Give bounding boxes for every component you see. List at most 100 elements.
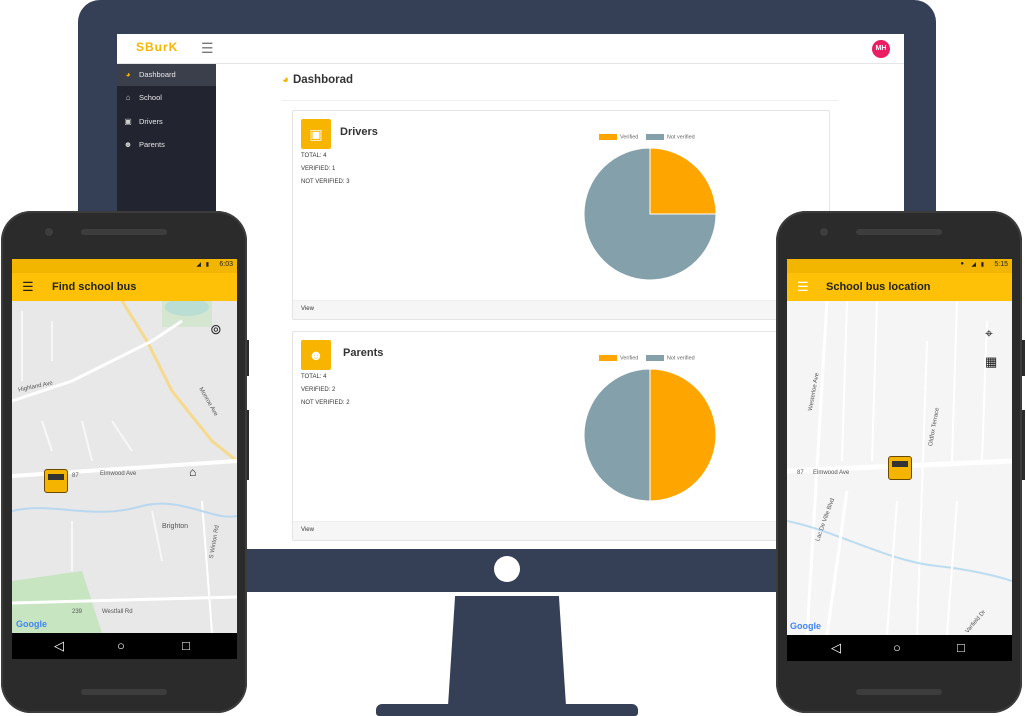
legend-swatch [599,355,617,361]
legend-item: Verified [599,355,638,361]
google-logo: Google [16,619,47,629]
recents-icon[interactable]: □ [957,640,965,655]
gauge-icon: ◕ [282,74,289,86]
nav-bar: ◁ ○ □ [787,635,1012,661]
menu-icon[interactable]: ☰ [22,279,34,295]
app-title: Find school bus [52,281,137,293]
card-title: Drivers [340,126,378,138]
left-phone-frame: 6:03 ▮ ◢ ☰ Find school bus Highland Ave … [1,211,247,713]
sidebar-item-school[interactable]: ⌂ School [117,87,216,109]
drivers-pie-chart [583,147,717,281]
legend-item: Not verified [645,355,695,361]
sidebar-item-label: Parents [139,140,165,149]
stat-total: TOTAL: 4 [301,153,327,159]
sidebar-item-parents[interactable]: ☻ Parents [117,134,216,156]
map-label: Westfall Rd [102,609,133,615]
app-bar: ☰ School bus location [787,273,1012,301]
menu-icon[interactable]: ☰ [797,279,809,295]
brand-logo[interactable]: SBurK [136,40,178,54]
monitor-logo [494,556,520,582]
hamburger-icon[interactable]: ☰ [201,40,214,57]
bus-icon: ▣ [301,119,331,149]
phone-speaker [856,229,942,235]
pie-slice-verified[interactable] [649,368,717,502]
legend-item: Not verified [645,134,695,140]
school-bus-icon[interactable] [888,456,912,480]
signal-icon: ◢ [196,262,201,268]
stat-verified: VERIFIED: 2 [301,387,336,393]
page-title: ◕ Dashborad [282,74,354,86]
battery-icon: ▮ [205,262,209,268]
home-nav-icon[interactable]: ○ [117,638,125,653]
back-icon[interactable]: ◁ [54,638,64,654]
phone-speaker [856,689,942,695]
map-pin-icon[interactable]: ⌖ [985,325,993,342]
map-label: 239 [72,609,83,615]
card-footer: View [293,300,829,319]
legend-swatch [645,355,664,361]
map-label: Elmwood Ave [100,471,137,477]
sidebar-item-dashboard[interactable]: ◕ Dashboard [117,64,216,86]
app-bar: ☰ Find school bus [12,273,237,301]
divider [282,100,838,101]
stat-not-verified: NOT VERIFIED: 3 [301,179,350,185]
home-nav-icon[interactable]: ○ [893,640,901,655]
stat-not-verified: NOT VERIFIED: 2 [301,400,350,406]
sidebar-item-label: Dashboard [139,70,176,79]
right-phone-frame: 5:15 ▮ ◢ ● ☰ School bus location Elmwood… [776,211,1022,713]
card-title: Parents [343,347,384,359]
view-link[interactable]: View [301,527,314,533]
sidebar-item-label: Drivers [139,117,163,126]
users-icon: ☻ [301,340,331,370]
map-label: Elmwood Ave [813,470,850,476]
signal-icon: ◢ [971,262,976,268]
location-status-icon: ● [960,261,964,267]
status-time: 5:15 [994,261,1008,268]
stat-total: TOTAL: 4 [301,374,327,380]
map-label: 87 [72,473,79,479]
school-icon: ⌂ [125,93,131,102]
pie-slice-verified[interactable] [649,147,717,215]
card-footer: View [293,521,829,540]
phone-speaker [81,229,167,235]
chart-legend: Verified Not verified [599,355,701,361]
my-location-icon[interactable]: ⊚ [210,321,222,338]
left-phone-screen: 6:03 ▮ ◢ ☰ Find school bus Highland Ave … [12,259,237,659]
sidebar-item-drivers[interactable]: ▣ Drivers [117,111,216,133]
app-title: School bus location [826,281,931,293]
recents-icon[interactable]: □ [182,638,190,653]
stat-verified: VERIFIED: 1 [301,166,336,172]
home-icon: ⌂ [189,465,197,479]
phone-speaker [81,689,167,695]
school-bus-icon[interactable] [44,469,68,493]
monitor-base [376,704,638,716]
top-bar: SBurK ☰ MH [117,34,904,64]
avatar[interactable]: MH [872,40,890,58]
right-phone-screen: 5:15 ▮ ◢ ● ☰ School bus location Elmwood… [787,259,1012,661]
sidebar-item-label: School [139,93,162,102]
map-label: 87 [797,470,804,476]
view-link[interactable]: View [301,306,314,312]
parents-pie-chart [583,368,717,502]
legend-swatch [645,134,664,140]
status-bar: 5:15 ▮ ◢ ● [787,259,1012,273]
phone-camera [45,228,53,236]
map-view[interactable] [12,301,237,633]
pie-slice-not-verified[interactable] [583,368,651,502]
parents-card: ☻ Parents TOTAL: 4 VERIFIED: 2 NOT VERIF… [292,331,830,541]
google-logo: Google [790,621,821,631]
back-icon[interactable]: ◁ [831,640,841,656]
map-label: Brighton [162,523,189,530]
battery-icon: ▮ [980,262,984,268]
school-building-icon[interactable]: ▦ [985,354,997,370]
status-time: 6:03 [219,261,233,268]
drivers-card: ▣ Drivers TOTAL: 4 VERIFIED: 1 NOT VERIF… [292,110,830,320]
gauge-icon: ◕ [125,70,131,79]
legend-swatch [599,134,617,140]
status-bar: 6:03 ▮ ◢ [12,259,237,273]
nav-bar: ◁ ○ □ [12,633,237,659]
phone-camera [820,228,828,236]
monitor-stand [448,596,566,706]
bus-icon: ▣ [124,117,132,126]
legend-item: Verified [599,134,638,140]
